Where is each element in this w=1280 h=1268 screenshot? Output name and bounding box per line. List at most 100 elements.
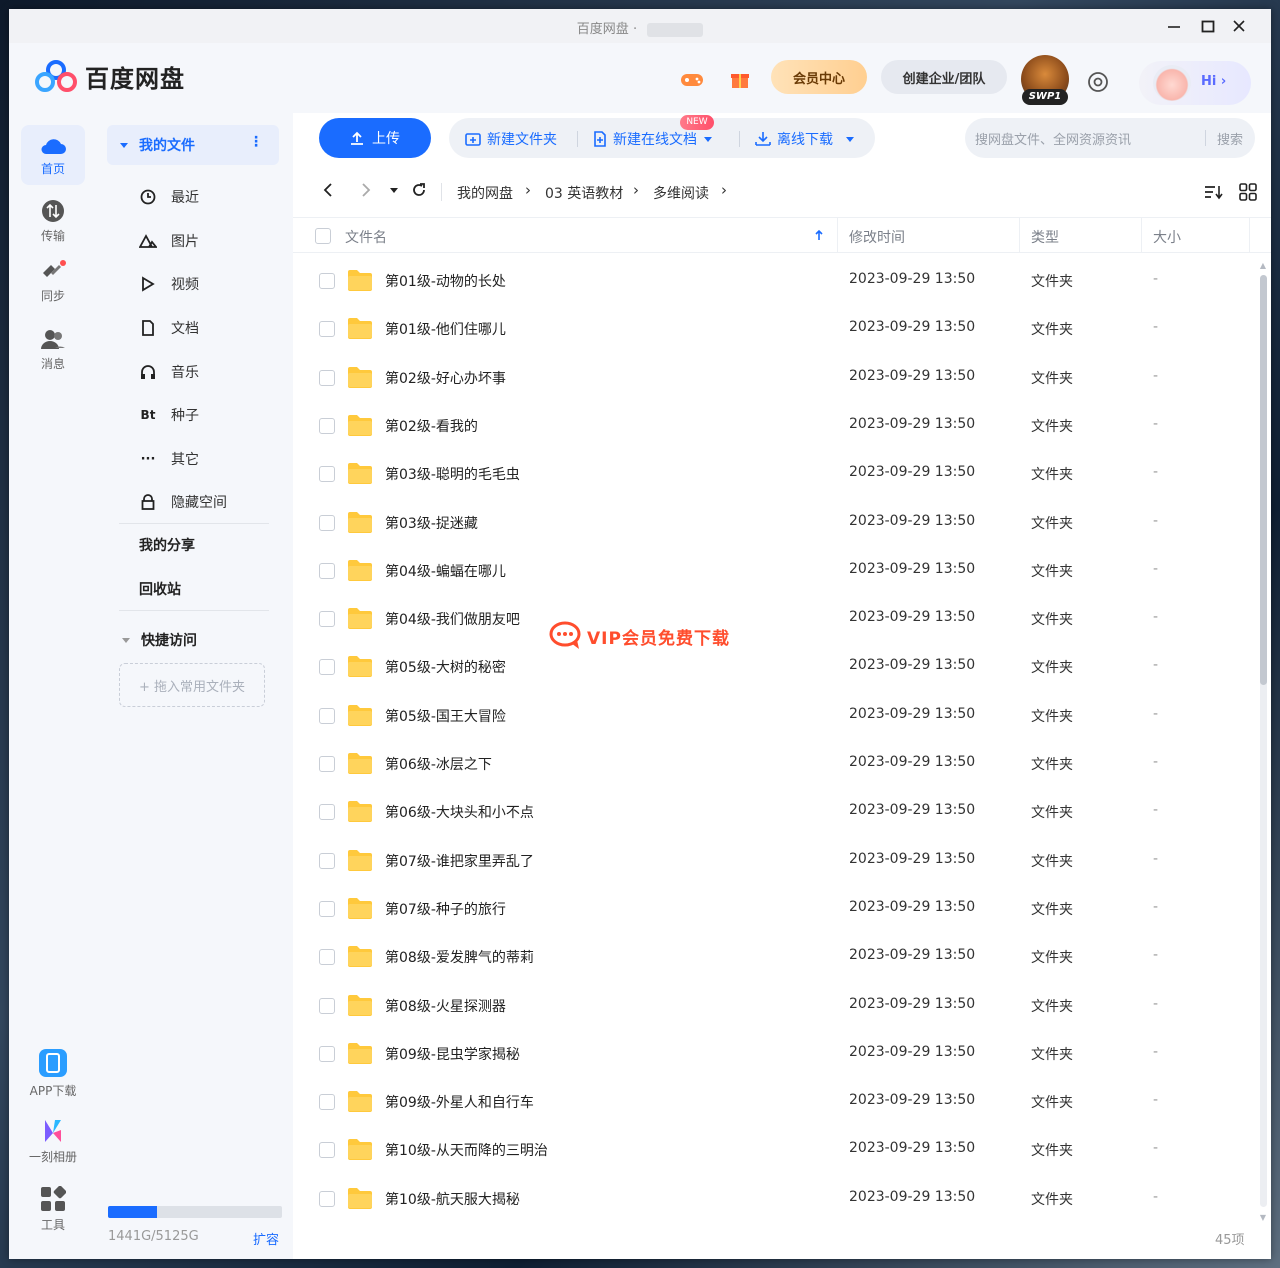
table-row[interactable]: 第07级-种子的旅行 2023-09-29 13:50 文件夹 - (293, 885, 1243, 933)
table-row[interactable]: 第09级-外星人和自行车 2023-09-29 13:50 文件夹 - (293, 1078, 1243, 1126)
file-name[interactable]: 第05级-国王大冒险 (385, 706, 506, 726)
create-team-button[interactable]: 创建企业/团队 (881, 60, 1007, 94)
file-name[interactable]: 第08级-爱发脾气的蒂莉 (385, 947, 534, 967)
table-row[interactable]: 第02级-看我的 2023-09-29 13:50 文件夹 - (293, 402, 1243, 450)
row-checkbox[interactable] (319, 707, 335, 724)
game-button[interactable] (679, 69, 705, 91)
table-row[interactable]: 第04级-我们做朋友吧 2023-09-29 13:50 文件夹 - (293, 595, 1243, 643)
table-row[interactable]: 第05级-大树的秘密 2023-09-29 13:50 文件夹 - (293, 643, 1243, 691)
file-name[interactable]: 第01级-他们住哪儿 (385, 319, 506, 339)
file-name[interactable]: 第10级-从天而降的三明治 (385, 1140, 548, 1160)
nav-my-files[interactable]: 我的文件 ⋮ (107, 125, 279, 165)
nav-item-recent[interactable]: 最近 (139, 185, 199, 209)
new-folder-button[interactable]: 新建文件夹 (465, 129, 557, 149)
row-checkbox[interactable] (319, 1045, 335, 1062)
table-row[interactable]: 第06级-大块头和小不点 2023-09-29 13:50 文件夹 - (293, 788, 1243, 836)
table-row[interactable]: 第05级-国王大冒险 2023-09-29 13:50 文件夹 - (293, 692, 1243, 740)
nav-item-torrents[interactable]: Bt 种子 (139, 403, 199, 427)
breadcrumb-item[interactable]: 我的网盘 (457, 183, 513, 203)
nav-item-images[interactable]: 图片 (139, 229, 199, 253)
row-checkbox[interactable] (319, 852, 335, 869)
file-name[interactable]: 第05级-大树的秘密 (385, 657, 506, 677)
table-row[interactable]: 第01级-他们住哪儿 2023-09-29 13:50 文件夹 - (293, 305, 1243, 353)
sort-button[interactable] (1203, 181, 1225, 203)
table-row[interactable]: 第07级-谁把家里弄乱了 2023-09-29 13:50 文件夹 - (293, 837, 1243, 885)
table-row[interactable]: 第03级-聪明的毛毛虫 2023-09-29 13:50 文件夹 - (293, 450, 1243, 498)
gift-button[interactable] (727, 69, 753, 91)
table-row[interactable]: 第06级-冰层之下 2023-09-29 13:50 文件夹 - (293, 740, 1243, 788)
file-name[interactable]: 第04级-我们做朋友吧 (385, 609, 520, 629)
file-name[interactable]: 第08级-火星探测器 (385, 996, 506, 1016)
table-row[interactable]: 第10级-航天服大揭秘 2023-09-29 13:50 文件夹 - (293, 1175, 1243, 1223)
grid-view-button[interactable] (1237, 181, 1259, 203)
row-checkbox[interactable] (319, 1094, 335, 1111)
file-name[interactable]: 第07级-种子的旅行 (385, 899, 506, 919)
scroll-up-icon[interactable]: ▲ (1258, 261, 1268, 270)
history-dropdown-button[interactable] (383, 179, 405, 201)
sort-up-icon[interactable] (815, 229, 823, 241)
file-name[interactable]: 第09级-昆虫学家揭秘 (385, 1044, 520, 1064)
file-name[interactable]: 第04级-蝙蝠在哪儿 (385, 561, 506, 581)
nav-item-documents[interactable]: 文档 (139, 316, 199, 340)
nav-item-music[interactable]: 音乐 (139, 360, 199, 384)
file-name[interactable]: 第10级-航天服大揭秘 (385, 1189, 520, 1209)
new-online-doc-button[interactable]: 新建在线文档 (593, 129, 713, 149)
settings-button[interactable] (1087, 71, 1109, 93)
rail-messages[interactable]: 消息 (21, 319, 85, 379)
expand-storage-link[interactable]: 扩容 (253, 1229, 279, 1248)
refresh-button[interactable] (408, 179, 430, 201)
file-name[interactable]: 第06级-大块头和小不点 (385, 802, 534, 822)
upload-button[interactable]: 上传 (319, 118, 431, 158)
row-checkbox[interactable] (319, 562, 335, 579)
file-name[interactable]: 第06级-冰层之下 (385, 754, 492, 774)
breadcrumb-item[interactable]: 多维阅读 (653, 183, 709, 203)
table-row[interactable]: 第08级-火星探测器 2023-09-29 13:50 文件夹 - (293, 982, 1243, 1030)
column-size-header[interactable]: 大小 (1153, 227, 1181, 247)
maximize-button[interactable] (1195, 14, 1221, 38)
table-row[interactable]: 第09级-昆虫学家揭秘 2023-09-29 13:50 文件夹 - (293, 1030, 1243, 1078)
table-row[interactable]: 第08级-爱发脾气的蒂莉 2023-09-29 13:50 文件夹 - (293, 933, 1243, 981)
select-all-checkbox[interactable] (315, 228, 331, 244)
rail-transfer[interactable]: 传输 (21, 191, 85, 251)
close-button[interactable] (1226, 14, 1252, 38)
file-name[interactable]: 第02级-好心办坏事 (385, 368, 506, 388)
row-checkbox[interactable] (319, 1142, 335, 1159)
scrollbar[interactable]: ▲ ▼ (1258, 261, 1268, 1223)
file-name[interactable]: 第09级-外星人和自行车 (385, 1092, 534, 1112)
row-checkbox[interactable] (319, 1190, 335, 1207)
scroll-thumb[interactable] (1260, 275, 1267, 685)
nav-recycle-bin[interactable]: 回收站 (139, 579, 181, 599)
row-checkbox[interactable] (319, 611, 335, 628)
row-checkbox[interactable] (319, 949, 335, 966)
quick-access-dropzone[interactable]: + 拖入常用文件夹 (119, 663, 265, 707)
rail-home[interactable]: 首页 (21, 125, 85, 185)
file-name[interactable]: 第01级-动物的长处 (385, 271, 506, 291)
breadcrumb-item[interactable]: 03 英语教材 (545, 183, 623, 203)
more-vertical-icon[interactable]: ⋮ (249, 134, 263, 150)
row-checkbox[interactable] (319, 900, 335, 917)
forward-button[interactable] (355, 179, 377, 201)
table-row[interactable]: 第10级-从天而降的三明治 2023-09-29 13:50 文件夹 - (293, 1126, 1243, 1174)
search-input[interactable]: 搜网盘文件、全网资源资讯 (975, 129, 1131, 148)
offline-download-button[interactable]: 离线下载 (755, 129, 855, 149)
row-checkbox[interactable] (319, 417, 335, 434)
column-time-header[interactable]: 修改时间 (849, 227, 905, 247)
assistant-button[interactable]: Hi › (1139, 61, 1251, 105)
nav-item-videos[interactable]: 视频 (139, 272, 199, 296)
file-name[interactable]: 第03级-聪明的毛毛虫 (385, 464, 520, 484)
vip-center-button[interactable]: 会员中心 (771, 60, 867, 94)
file-name[interactable]: 第03级-捉迷藏 (385, 513, 478, 533)
column-name-header[interactable]: 文件名 (345, 227, 387, 247)
row-checkbox[interactable] (319, 756, 335, 772)
column-type-header[interactable]: 类型 (1031, 227, 1059, 247)
nav-item-hidden-space[interactable]: 隐藏空间 (139, 490, 227, 514)
row-checkbox[interactable] (319, 514, 335, 531)
row-checkbox[interactable] (319, 273, 335, 289)
back-button[interactable] (317, 179, 339, 201)
table-row[interactable]: 第03级-捉迷藏 2023-09-29 13:50 文件夹 - (293, 499, 1243, 547)
nav-quick-access[interactable]: 快捷访问 (121, 630, 197, 650)
minimize-button[interactable] (1161, 14, 1187, 38)
nav-item-other[interactable]: ··· 其它 (139, 447, 199, 471)
file-name[interactable]: 第07级-谁把家里弄乱了 (385, 851, 534, 871)
row-checkbox[interactable] (319, 659, 335, 676)
